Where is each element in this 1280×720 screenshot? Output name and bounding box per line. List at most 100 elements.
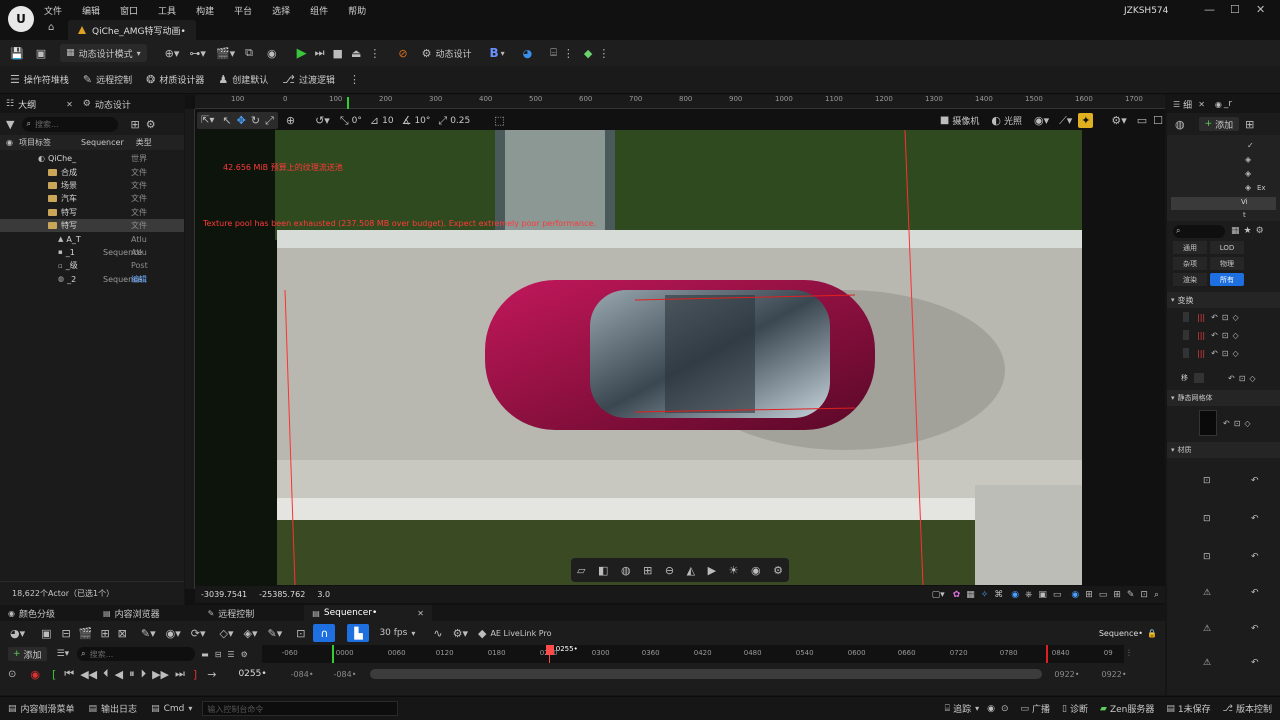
create-default-button[interactable]: ♟ 创建默认 bbox=[218, 73, 268, 86]
reset-icon[interactable]: ↶ bbox=[1228, 374, 1235, 383]
sequencer-search[interactable]: ⌕ 搜索... bbox=[77, 647, 196, 661]
cinematic-icon[interactable]: 🎬▾ bbox=[216, 47, 235, 60]
blueprint-icon[interactable]: ⊶▾ bbox=[189, 47, 206, 60]
menu-platform[interactable]: 平台 bbox=[234, 4, 252, 17]
filter-rendering[interactable]: 渲染 bbox=[1173, 273, 1207, 286]
camera-icon[interactable]: ▶ bbox=[708, 564, 716, 577]
menu-file[interactable]: 文件 bbox=[44, 4, 62, 17]
collapse-icon[interactable]: ⊟ bbox=[215, 650, 222, 659]
b-button[interactable]: B bbox=[489, 46, 498, 60]
component-item[interactable]: Ex bbox=[1257, 184, 1266, 192]
grid-snap-icon[interactable]: ⤡ bbox=[340, 114, 349, 128]
grid-snap-value[interactable]: 10 bbox=[382, 116, 393, 126]
cmd-dropdown[interactable]: ▤ Cmd ▾ bbox=[151, 704, 192, 714]
content-icon[interactable]: ▣ bbox=[36, 47, 46, 60]
gamepad2-icon[interactable]: ⎈ bbox=[1025, 590, 1032, 600]
more-icon[interactable]: ⋮ bbox=[349, 73, 360, 86]
document-tab[interactable]: QiChe_AMG特写动画• bbox=[68, 20, 196, 40]
source-control-button[interactable]: 版本控制 bbox=[1236, 702, 1272, 715]
view-range-start[interactable]: -084• bbox=[291, 670, 314, 679]
eye-icon[interactable]: ◉ bbox=[6, 138, 13, 147]
tab-content-browser[interactable]: 内容浏览器 bbox=[115, 607, 160, 620]
minimize-icon[interactable]: — bbox=[1204, 3, 1215, 16]
current-frame[interactable]: 0255• bbox=[238, 669, 266, 679]
list-icon[interactable]: ☰ bbox=[227, 650, 234, 659]
sliders-icon[interactable]: ⫶ bbox=[1128, 649, 1130, 659]
cube-icon[interactable]: ◈ bbox=[1245, 155, 1251, 164]
scale-snap-icon[interactable]: ⤢ bbox=[438, 114, 447, 128]
modes-icon[interactable]: ⧉ bbox=[245, 46, 253, 60]
col-type[interactable]: 类型 bbox=[136, 137, 152, 148]
key-icon[interactable]: ◇▾ bbox=[220, 627, 234, 640]
brush2-icon[interactable]: ✎ bbox=[1127, 590, 1135, 600]
platforms-icon[interactable]: ⊘ bbox=[398, 47, 407, 60]
reset-icon[interactable]: ↶ bbox=[1211, 313, 1218, 322]
end-marker[interactable] bbox=[1045, 645, 1048, 663]
diamond-icon[interactable]: ◇ bbox=[1233, 331, 1239, 340]
filter-icon[interactable]: ☰▾ bbox=[57, 649, 70, 659]
chart-icon[interactable]: ⊞ bbox=[1113, 590, 1121, 600]
timeline-scrollbar[interactable] bbox=[370, 669, 1043, 679]
console-input[interactable]: 输入控制台命令 bbox=[202, 701, 399, 716]
eye-icon[interactable]: ◉ bbox=[751, 564, 761, 577]
lock-icon[interactable]: ⊡ bbox=[1222, 331, 1229, 340]
plane-icon[interactable]: ▱ bbox=[577, 564, 585, 577]
search-icon[interactable]: ⌕ bbox=[1154, 590, 1159, 600]
range-start-icon[interactable]: [ bbox=[52, 668, 56, 681]
add-track-button[interactable]: + 添加 bbox=[8, 647, 47, 661]
settings-icon[interactable]: ⚙ bbox=[773, 564, 783, 577]
show-icon[interactable]: ◉▾ bbox=[1034, 114, 1049, 127]
save-icon[interactable]: ▣ bbox=[41, 627, 51, 640]
lock-icon[interactable]: ⊡ bbox=[1222, 313, 1229, 322]
monitor-icon[interactable]: ▭ bbox=[1053, 590, 1062, 600]
move-icon[interactable]: ✥ bbox=[237, 114, 246, 127]
grid2-icon[interactable]: ⊞ bbox=[1085, 590, 1093, 600]
mobility-toggle[interactable] bbox=[1194, 373, 1204, 383]
more-icon[interactable]: ⋮ bbox=[563, 47, 574, 60]
material-slot-icon[interactable]: ⊡ bbox=[1203, 552, 1211, 562]
filter-physics[interactable]: 物理 bbox=[1210, 257, 1244, 270]
camera-dropdown[interactable]: 摄像机 bbox=[952, 114, 979, 127]
lock-icon[interactable]: 🔒 bbox=[1147, 629, 1157, 638]
next-frame-icon[interactable]: ⏵ bbox=[141, 667, 147, 681]
menu-build[interactable]: 构建 bbox=[196, 4, 214, 17]
diamond-icon[interactable]: ◇ bbox=[1244, 419, 1250, 428]
menu-window[interactable]: 窗口 bbox=[120, 4, 138, 17]
settings-icon[interactable]: ⚙ bbox=[1256, 226, 1264, 236]
layout-icon[interactable]: ▭ bbox=[1137, 114, 1147, 127]
broadcast-icon[interactable]: ◉ bbox=[267, 47, 277, 60]
cube-icon[interactable]: ◧ bbox=[598, 564, 608, 577]
more-icon[interactable]: ⋮ bbox=[598, 47, 609, 60]
lock-icon[interactable]: ⊡ bbox=[1222, 349, 1229, 358]
range-end-icon[interactable]: ] bbox=[193, 668, 197, 681]
broadcast-button[interactable]: 广播 bbox=[1032, 702, 1050, 715]
reverse-icon[interactable]: ◀ bbox=[115, 668, 123, 681]
viewport-scene[interactable]: 42.656 MiB 预算上的纹理流送池 Texture pool has be… bbox=[195, 130, 1165, 585]
operator-stack-button[interactable]: ☰ 操作符堆栈 bbox=[10, 73, 69, 86]
widget-icon[interactable]: ▣ bbox=[1038, 590, 1047, 600]
view-options-icon[interactable]: ◉▾ bbox=[166, 627, 181, 640]
sphere-icon[interactable]: ◍ bbox=[621, 564, 631, 577]
timeline-ruler[interactable]: -060 0000 0060 0120 0180 0240 0300 0360 … bbox=[261, 645, 1124, 663]
frame2-icon[interactable]: ▭ bbox=[1099, 590, 1108, 600]
auto-key-icon[interactable]: ◈▾ bbox=[244, 627, 258, 640]
cursor-icon[interactable]: ↖ bbox=[222, 114, 231, 127]
reset-icon[interactable]: ↶ bbox=[1251, 588, 1259, 598]
add-component-button[interactable]: + 添加 bbox=[1198, 117, 1240, 131]
pen-icon[interactable]: ✎▾ bbox=[267, 627, 282, 640]
rotate-icon[interactable]: ↻ bbox=[251, 114, 260, 127]
package-icon[interactable]: ⌸ bbox=[550, 46, 557, 60]
arrow-right-icon[interactable]: → bbox=[207, 668, 216, 681]
unsaved-button[interactable]: 1未保存 bbox=[1178, 702, 1211, 715]
prev-frame-icon[interactable]: ⏴ bbox=[103, 667, 109, 681]
settings-icon[interactable]: ⚙▾ bbox=[1111, 114, 1126, 127]
select-mode-icon[interactable]: ⇱▾ bbox=[201, 115, 214, 126]
mesh-thumbnail[interactable] bbox=[1199, 410, 1217, 436]
section-transform[interactable]: ▾ 变换 bbox=[1167, 292, 1280, 308]
settings-icon[interactable]: ⚙▾ bbox=[453, 627, 468, 640]
col-label[interactable]: 项目标签 bbox=[19, 137, 51, 148]
next-key-icon[interactable]: ▶▶ bbox=[152, 668, 169, 681]
list-item[interactable]: 汽车 文件 bbox=[0, 192, 184, 205]
star-icon[interactable]: ★ bbox=[1244, 226, 1252, 236]
close-icon[interactable]: ✕ bbox=[417, 609, 424, 618]
